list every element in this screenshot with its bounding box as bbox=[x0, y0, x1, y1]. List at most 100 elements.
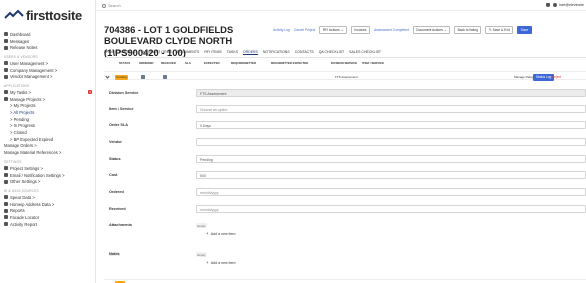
home-icon bbox=[4, 32, 8, 37]
order-sla-field[interactable]: 0 Days bbox=[196, 121, 586, 129]
notes-add-button[interactable]: + Add a new item bbox=[206, 260, 235, 265]
item-service-select[interactable]: Choose an option bbox=[196, 105, 586, 113]
assessment-completed-link[interactable]: Assessment Completed bbox=[374, 28, 409, 32]
ordered-checkbox[interactable] bbox=[141, 74, 145, 79]
locator-icon bbox=[4, 215, 8, 220]
invoices-button[interactable]: Invoices bbox=[350, 26, 370, 35]
sidebar-item-spear-data[interactable]: Spear Data > bbox=[4, 194, 95, 201]
user-avatar-icon[interactable] bbox=[553, 3, 558, 7]
save-exit-button[interactable]: ✎ Save & Exit bbox=[485, 26, 514, 35]
user-email[interactable]: hart@elevinsite bbox=[559, 3, 584, 7]
activity-log-link[interactable]: Activity Log bbox=[273, 28, 290, 32]
logo-mark-icon bbox=[4, 9, 24, 19]
projects-icon bbox=[4, 97, 8, 102]
tab-checklist-items[interactable]: CHECKLIST ITEMS bbox=[141, 50, 172, 56]
sidebar-item-label: Email / Notification Settings > bbox=[10, 172, 65, 178]
gear-icon bbox=[4, 166, 8, 171]
sidebar-item-label: Vendor Management > bbox=[10, 74, 53, 80]
sidebar-item-my-tasks[interactable]: My Tasks > 6 bbox=[4, 89, 95, 96]
sidebar-item-closed[interactable]: > Closed bbox=[4, 129, 95, 136]
division-service-label: Division Service bbox=[109, 91, 139, 95]
data-icon bbox=[4, 195, 8, 200]
header-actions: Activity Log Cancel Project RFI Actions … bbox=[273, 26, 532, 35]
sidebar-item-all-projects[interactable]: > All Projects bbox=[4, 109, 95, 116]
sidebar-item-dashboard[interactable]: Dashboard bbox=[4, 31, 95, 38]
activity-icon bbox=[4, 222, 8, 227]
tab-project-details[interactable]: PROJECT DETAILS bbox=[104, 50, 136, 56]
document-actions-label: Document Actions bbox=[416, 28, 443, 33]
status-label: Status bbox=[109, 157, 121, 161]
attachments-add-button[interactable]: + Add a new item bbox=[206, 231, 235, 236]
sidebar-item-label: Activity Report bbox=[10, 221, 37, 227]
sidebar-item-reports[interactable]: Reports bbox=[4, 207, 95, 214]
col-division-service: DIVISION SERVICE bbox=[331, 61, 358, 65]
table-row[interactable] bbox=[104, 279, 586, 283]
sidebar-item-my-projects[interactable]: > My Projects bbox=[4, 103, 95, 110]
tab-bar: PROJECT DETAILS CHECKLIST ITEMS DOCUMENT… bbox=[104, 50, 381, 56]
reject-button[interactable]: Reject bbox=[552, 75, 561, 79]
tab-contacts[interactable]: CONTACTS bbox=[295, 50, 314, 56]
sidebar-item-company-management[interactable]: Company Management > bbox=[4, 67, 95, 74]
received-date-field[interactable]: mm/dd/yyyy bbox=[196, 205, 586, 213]
sidebar-item-other-settings[interactable]: Other Settings > bbox=[4, 178, 95, 185]
bell-icon[interactable] bbox=[546, 3, 551, 7]
mail-icon bbox=[4, 173, 8, 178]
back-to-listing-button[interactable]: Back to listing bbox=[454, 26, 482, 35]
tab-tasks[interactable]: TASKS bbox=[227, 50, 238, 56]
user-area: hart@elevinsite bbox=[546, 3, 584, 7]
sidebar-item-address-data[interactable]: Homeip Address Data > bbox=[4, 201, 95, 208]
sidebar-item-label: Manage Projects > bbox=[10, 96, 46, 102]
sidebar-item-manage-material-references[interactable]: Manage Material References > bbox=[4, 149, 95, 156]
chevron-down-icon[interactable] bbox=[105, 74, 110, 79]
sidebar-item-label: Facade Locator bbox=[10, 214, 40, 220]
attachments-label: Attachments bbox=[109, 223, 132, 227]
add-item-label: Add a new item bbox=[210, 261, 236, 265]
cancel-project-link[interactable]: Cancel Project bbox=[294, 28, 315, 32]
tab-sales-checklist[interactable]: SALES CHECKLIST bbox=[349, 50, 381, 56]
ordered-date-field[interactable]: mm/dd/yyyy bbox=[196, 188, 586, 196]
save-button[interactable]: Save bbox=[517, 26, 532, 35]
sidebar-item-manage-projects[interactable]: Manage Projects > bbox=[4, 96, 95, 103]
sidebar-item-manage-orders[interactable]: Manage Orders > bbox=[4, 143, 95, 150]
division-service-field: FTS Assessment bbox=[196, 89, 586, 97]
sidebar-item-release-notes[interactable]: Release Notes bbox=[4, 44, 95, 51]
manage-delays-link[interactable]: Manage Delays bbox=[514, 75, 535, 79]
plus-icon: + bbox=[206, 260, 209, 265]
rfi-actions-button[interactable]: RFI Actions ⌄ bbox=[319, 26, 347, 35]
sidebar-item-user-management[interactable]: User Management > bbox=[4, 60, 95, 67]
sidebar-item-email-settings[interactable]: Email / Notification Settings > bbox=[4, 172, 95, 179]
sidebar-item-vendor-management[interactable]: Vendor Management > bbox=[4, 73, 95, 80]
sidebar-item-bp-expected-expired[interactable]: > BP Expected Expired bbox=[4, 136, 95, 143]
sidebar-item-project-settings[interactable]: Project Settings > bbox=[4, 165, 95, 172]
sidebar-item-label: Spear Data > bbox=[10, 194, 35, 200]
status-field[interactable]: Pending bbox=[196, 155, 586, 163]
data-icon bbox=[4, 202, 8, 207]
tab-documents[interactable]: DOCUMENTS bbox=[177, 50, 200, 56]
item-service-label: Item / Service bbox=[109, 107, 134, 111]
cost-field[interactable]: 500 bbox=[196, 171, 586, 179]
tasks-count-badge: 6 bbox=[88, 90, 92, 95]
vendor-field[interactable] bbox=[196, 138, 586, 146]
tab-orders[interactable]: ORDERS bbox=[243, 50, 258, 56]
received-checkbox[interactable] bbox=[163, 74, 167, 79]
vendor-label: Vendor bbox=[109, 140, 122, 144]
search-input[interactable]: Search bbox=[102, 3, 121, 8]
sidebar-item-label: Dashboard bbox=[10, 31, 31, 37]
sidebar-item-label: Project Settings > bbox=[10, 165, 43, 171]
received-label: Received bbox=[109, 207, 126, 211]
sidebar-item-activity-report[interactable]: Activity Report bbox=[4, 221, 95, 228]
brand-logo[interactable]: firsttosite bbox=[4, 4, 94, 26]
sidebar-item-pending[interactable]: > Pending bbox=[4, 116, 95, 123]
tab-rfi-items[interactable]: RFI ITEMS bbox=[204, 50, 221, 56]
rfi-actions-label: RFI Actions bbox=[322, 28, 340, 33]
division-service-cell: FTS Assessment bbox=[335, 75, 358, 79]
notes-icon bbox=[4, 45, 8, 50]
sidebar-item-in-progress[interactable]: > In Progress bbox=[4, 123, 95, 130]
sidebar-item-facade-locator[interactable]: Facade Locator bbox=[4, 214, 95, 221]
vendor-icon bbox=[4, 74, 8, 79]
tab-notifications[interactable]: NOTIFICATIONS bbox=[263, 50, 290, 56]
tab-qa-checklist[interactable]: QA CHECKLIST bbox=[319, 50, 344, 56]
table-row[interactable]: Pending FTS Assessment Manage Delays Sta… bbox=[104, 71, 586, 81]
document-actions-button[interactable]: Document Actions ⌄ bbox=[412, 26, 451, 35]
sidebar-item-messages[interactable]: Messages bbox=[4, 38, 95, 45]
